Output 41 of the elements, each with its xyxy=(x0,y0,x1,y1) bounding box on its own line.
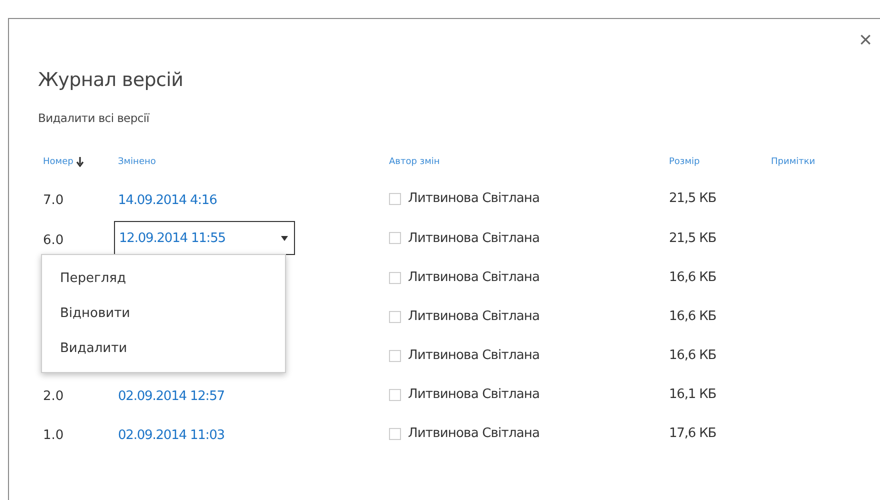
presence-square-icon xyxy=(389,350,401,362)
sort-down-arrow-icon xyxy=(76,157,84,167)
dialog-title: Журнал версій xyxy=(38,69,184,91)
file-size: 16,1 КБ xyxy=(669,387,718,402)
date-link[interactable]: 14.09.2014 4:16 xyxy=(118,193,217,208)
menu-item[interactable]: Перегляд xyxy=(42,261,285,296)
presence-square-icon xyxy=(389,192,401,204)
menu-item[interactable]: Видалити xyxy=(42,331,285,366)
file-size: 21,5 КБ xyxy=(669,230,718,246)
file-size: 16,6 КБ xyxy=(669,270,718,285)
file-size: 21,5 КБ xyxy=(669,191,718,206)
presence-square-icon xyxy=(389,232,401,244)
delete-all-versions-link[interactable]: Видалити всі версії xyxy=(38,111,150,125)
column-header[interactable]: Примітки xyxy=(771,157,871,167)
author-name: Литвинова Світлана xyxy=(408,191,540,206)
version-number: 2.0 xyxy=(43,389,64,404)
column-header[interactable]: Номер xyxy=(43,157,118,167)
column-header[interactable]: Автор змін xyxy=(389,157,669,167)
file-size: 16,6 КБ xyxy=(669,309,718,324)
presence-square-icon xyxy=(389,310,401,322)
author-name: Литвинова Світлана xyxy=(408,309,540,324)
author-name: Литвинова Світлана xyxy=(408,270,540,285)
file-size: 16,6 КБ xyxy=(669,348,718,363)
author-name: Литвинова Світлана xyxy=(408,387,540,402)
version-number: 1.0 xyxy=(43,428,64,443)
caret-icon xyxy=(281,236,288,240)
presence-square-icon xyxy=(389,428,401,440)
author-name: Литвинова Світлана xyxy=(408,230,540,246)
version-number: 7.0 xyxy=(43,193,64,208)
date-link[interactable]: 02.09.2014 12:57 xyxy=(118,389,224,404)
author-name: Литвинова Світлана xyxy=(408,426,540,441)
file-size: 17,6 КБ xyxy=(669,426,718,441)
author-name: Литвинова Світлана xyxy=(408,348,540,363)
menu-item[interactable]: Відновити xyxy=(42,296,285,331)
close-button[interactable]: × xyxy=(855,27,876,53)
column-header[interactable]: Розмір xyxy=(669,157,771,167)
date-link[interactable]: 02.09.2014 11:03 xyxy=(118,428,224,443)
column-header[interactable]: Змінено xyxy=(118,157,389,167)
presence-square-icon xyxy=(389,388,401,400)
presence-square-icon xyxy=(389,272,401,284)
version-number: 6.0 xyxy=(43,232,64,248)
